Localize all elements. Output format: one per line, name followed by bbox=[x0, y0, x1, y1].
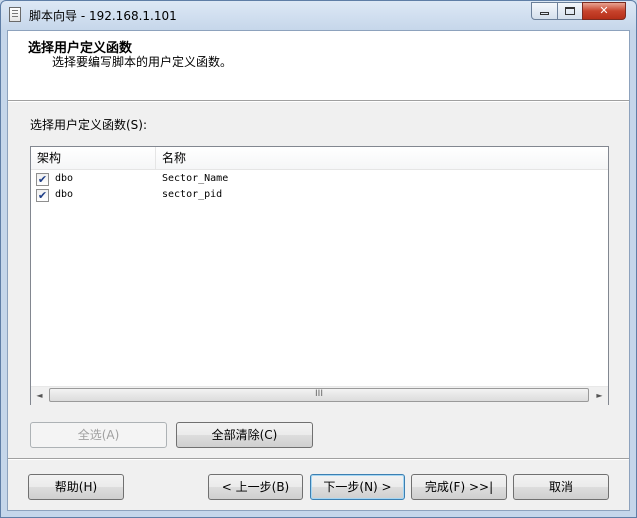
finish-button[interactable]: 完成(F) >>| bbox=[411, 474, 507, 500]
cell-name: sector_pid bbox=[162, 189, 223, 200]
scroll-left-icon[interactable]: ◄ bbox=[31, 387, 48, 404]
maximize-button[interactable] bbox=[557, 2, 583, 20]
minimize-button[interactable] bbox=[531, 2, 558, 20]
cancel-button[interactable]: 取消 bbox=[513, 474, 609, 500]
row-checkbox[interactable]: ✔ bbox=[36, 189, 49, 202]
clear-all-button[interactable]: 全部清除(C) bbox=[176, 422, 313, 448]
maximize-icon bbox=[565, 7, 575, 15]
select-all-button[interactable]: 全选(A) bbox=[30, 422, 167, 448]
cell-name: Sector_Name bbox=[162, 173, 229, 184]
header-divider bbox=[8, 101, 629, 102]
page-subtitle: 选择要编写脚本的用户定义函数。 bbox=[52, 55, 233, 69]
function-list[interactable]: 架构 名称 ✔ dbo Sector_Name ✔ dbo sector_pid… bbox=[30, 146, 609, 405]
column-header-schema[interactable]: 架构 bbox=[31, 147, 156, 169]
script-wizard-window: 脚本向导 - 192.168.1.101 ✕ 选择用户定义函数 选择要编写脚本的… bbox=[0, 0, 637, 518]
scroll-right-icon[interactable]: ► bbox=[591, 387, 608, 404]
function-list-label: 选择用户定义函数(S): bbox=[30, 118, 148, 132]
wizard-client-area: 选择用户定义函数 选择要编写脚本的用户定义函数。 选择用户定义函数(S): 架构… bbox=[7, 30, 630, 511]
check-icon: ✔ bbox=[37, 173, 48, 186]
table-row[interactable]: ✔ dbo Sector_Name bbox=[31, 172, 608, 188]
window-title: 脚本向导 - 192.168.1.101 bbox=[29, 9, 177, 23]
table-row[interactable]: ✔ dbo sector_pid bbox=[31, 188, 608, 204]
column-header-name[interactable]: 名称 bbox=[156, 147, 608, 169]
next-button[interactable]: 下一步(N) > bbox=[310, 474, 405, 500]
cell-schema: dbo bbox=[55, 189, 74, 200]
close-icon: ✕ bbox=[599, 4, 609, 17]
minimize-icon bbox=[540, 12, 549, 15]
previous-button[interactable]: < 上一步(B) bbox=[208, 474, 303, 500]
app-icon bbox=[9, 7, 21, 22]
check-icon: ✔ bbox=[37, 189, 48, 202]
wizard-header: 选择用户定义函数 选择要编写脚本的用户定义函数。 bbox=[8, 31, 629, 101]
footer-divider bbox=[8, 458, 629, 460]
row-checkbox[interactable]: ✔ bbox=[36, 173, 49, 186]
horizontal-scrollbar[interactable]: ◄ III ► bbox=[31, 386, 608, 405]
close-button[interactable]: ✕ bbox=[582, 2, 626, 20]
help-button[interactable]: 帮助(H) bbox=[28, 474, 124, 500]
title-bar[interactable]: 脚本向导 - 192.168.1.101 ✕ bbox=[1, 1, 636, 29]
list-header: 架构 名称 bbox=[31, 147, 608, 170]
scroll-thumb[interactable]: III bbox=[49, 388, 589, 402]
cell-schema: dbo bbox=[55, 173, 74, 184]
